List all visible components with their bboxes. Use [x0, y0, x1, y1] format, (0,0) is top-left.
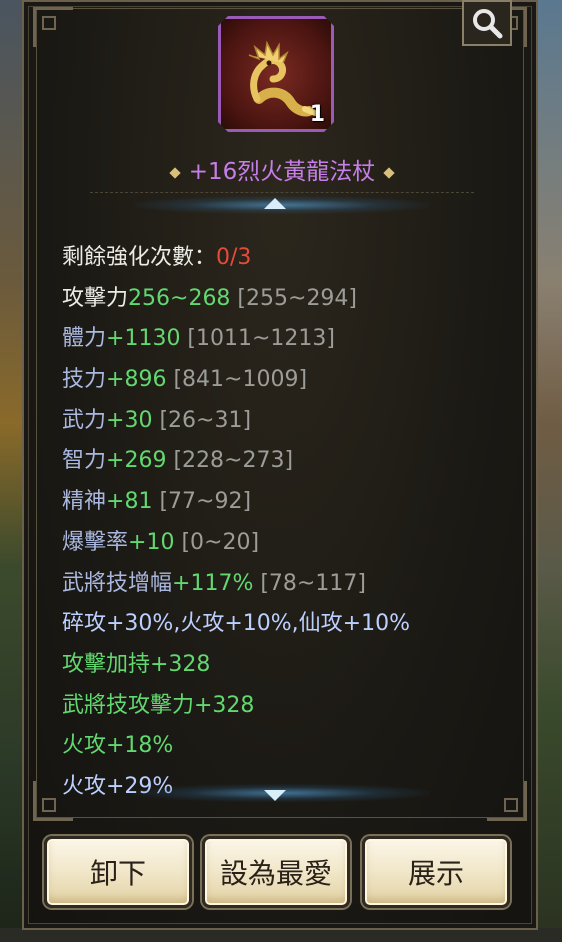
stat-label: 攻擊力 — [62, 285, 129, 311]
background-scene-left — [0, 0, 24, 942]
stat-range: [841~1009] — [166, 367, 308, 393]
item-icon-slot[interactable]: 1 — [218, 16, 334, 132]
show-button[interactable]: 展示 — [362, 836, 510, 908]
stat-value: +117% — [172, 570, 254, 596]
arrow-up-icon[interactable] — [264, 198, 286, 209]
stat-label: 精神 — [62, 489, 107, 515]
stat-label: 攻擊加持+328 — [62, 651, 211, 677]
item-title: +16烈火黃龍法杖 — [188, 159, 376, 185]
stat-row: 火攻+18% — [62, 726, 512, 767]
stat-label: 碎攻+30%,火攻+10%,仙攻+10% — [62, 611, 410, 637]
item-title-row: +16烈火黃龍法杖 — [24, 152, 540, 186]
background-scene-bottom — [0, 928, 562, 942]
stat-label: 爆擊率 — [62, 529, 129, 555]
stat-row: 技力+896 [841~1009] — [62, 360, 512, 401]
stat-value: +81 — [106, 489, 153, 515]
stat-row: 武將技增幅+117% [78~117] — [62, 564, 512, 605]
stat-row: 精神+81 [77~92] — [62, 482, 512, 523]
stat-value: 256~268 — [128, 285, 231, 311]
stat-row: 剩餘強化次數：0/3 — [62, 238, 512, 279]
stat-row: 武將技攻擊力+328 — [62, 686, 512, 727]
stat-row: 智力+269 [228~273] — [62, 441, 512, 482]
stat-label: 剩餘強化次數： — [62, 245, 217, 270]
stat-range: [26~31] — [152, 407, 252, 433]
arrow-down-icon[interactable] — [264, 790, 286, 801]
stat-label: 智力 — [62, 448, 107, 474]
unequip-button[interactable]: 卸下 — [44, 836, 192, 908]
diamond-ornament-icon — [169, 166, 181, 179]
frame-corner-ornament — [33, 7, 73, 47]
stat-row: 武力+30 [26~31] — [62, 401, 512, 442]
stat-range: [1011~1213] — [180, 326, 336, 352]
stat-label: 武將技攻擊力+328 — [62, 692, 255, 718]
set-favorite-button[interactable]: 設為最愛 — [202, 836, 350, 908]
stat-row: 體力+1130 [1011~1213] — [62, 319, 512, 360]
stat-label: 武將技增幅 — [62, 570, 173, 596]
stat-label: 武力 — [62, 407, 107, 433]
stat-value: +269 — [106, 448, 167, 474]
stat-range: [78~117] — [253, 570, 366, 596]
item-detail-panel: 1 +16烈火黃龍法杖 剩餘強化次數：0/3 攻擊力256~268 [255~29… — [22, 0, 538, 930]
stat-range: [255~294] — [230, 285, 358, 311]
stat-value: +896 — [106, 367, 167, 393]
stat-value: 0/3 — [216, 245, 252, 270]
title-divider — [90, 192, 474, 194]
stat-label: 火攻+18% — [62, 733, 174, 759]
stat-row: 攻擊加持+328 — [62, 645, 512, 686]
stat-value: +30 — [106, 407, 153, 433]
stat-label: 技力 — [62, 367, 107, 393]
diamond-ornament-icon — [383, 166, 395, 179]
stat-range: [0~20] — [174, 529, 260, 555]
stat-row: 碎攻+30%,火攻+10%,仙攻+10% — [62, 604, 512, 645]
stat-value: +10 — [128, 529, 175, 555]
magnifier-icon — [473, 9, 503, 39]
stat-label: 體力 — [62, 326, 107, 352]
stats-list: 剩餘強化次數：0/3 攻擊力256~268 [255~294] 體力+1130 [1… — [62, 238, 512, 808]
zoom-button[interactable] — [462, 0, 512, 46]
stat-range: [77~92] — [152, 489, 252, 515]
item-count: 1 — [309, 102, 325, 127]
stat-row: 攻擊力256~268 [255~294] — [62, 279, 512, 320]
stat-row: 爆擊率+10 [0~20] — [62, 523, 512, 564]
stat-range: [228~273] — [166, 448, 294, 474]
stat-value: +1130 — [106, 326, 181, 352]
